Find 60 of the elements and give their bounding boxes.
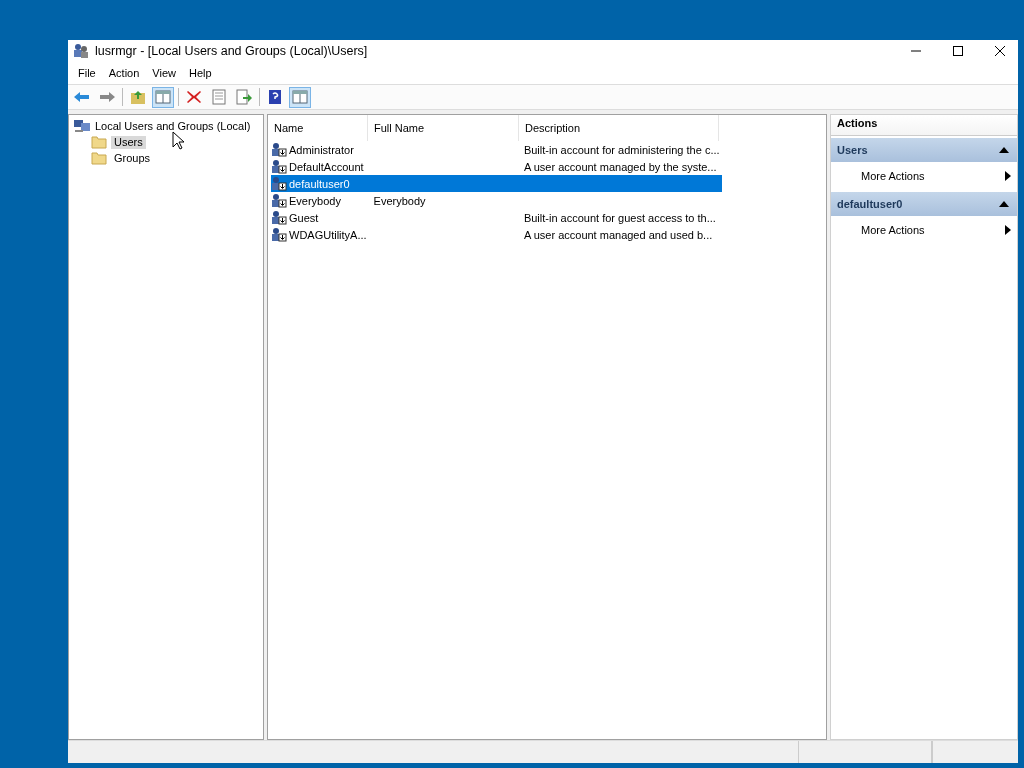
export-button[interactable] [233, 86, 255, 108]
table-cell: Everybody [289, 194, 341, 207]
user-icon [271, 227, 287, 242]
section-header[interactable]: defaultuser0 [831, 192, 1017, 216]
cursor-icon [172, 131, 184, 150]
list-row[interactable]: Guest Built-in account for guest access to th... [271, 209, 722, 226]
table-cell: defaultuser0 [289, 177, 350, 190]
tree-item[interactable]: Users [69, 134, 263, 150]
folder-icon [91, 151, 107, 165]
tree-item[interactable]: Groups [69, 150, 263, 166]
table-cell-text: A user account managed by the syste... [522, 160, 718, 173]
menu-item[interactable]: Help [183, 67, 220, 79]
column-header[interactable]: Full Name [368, 115, 519, 141]
user-icon [271, 142, 287, 157]
right-arrow-icon [98, 89, 116, 105]
column-header[interactable]: Description [519, 115, 719, 141]
split-window-icon [154, 89, 172, 105]
list-row[interactable]: Everybody Everybody [271, 192, 722, 209]
section-header[interactable]: Users [831, 138, 1017, 162]
document-icon [210, 89, 228, 105]
user-icon [271, 159, 287, 174]
table-cell: Administrator [289, 143, 354, 156]
table-cell: WDAGUtilityA... [289, 228, 367, 241]
menu-item[interactable]: File [73, 67, 104, 79]
table-cell-text: Built-in account for administering the c... [522, 143, 721, 156]
table-cell: DefaultAccount [289, 160, 364, 173]
x-icon [185, 89, 203, 105]
collapse-icon[interactable] [999, 147, 1009, 153]
action-item[interactable]: More Actions [831, 162, 1017, 190]
list-row[interactable]: WDAGUtilityA... A user account managed and used b... [271, 226, 722, 243]
table-cell-text: Everybody [372, 194, 427, 207]
action-item[interactable]: More Actions [831, 216, 1017, 244]
right-triangle-icon [1005, 171, 1011, 181]
column-header[interactable]: Name [268, 115, 368, 141]
console-tree-button[interactable] [152, 86, 174, 108]
right-triangle-icon [1005, 225, 1011, 235]
window-title: lusrmgr - [Local Users and Groups (Local)\Users] [95, 44, 368, 58]
user-icon [271, 193, 287, 208]
close-icon[interactable] [994, 45, 1006, 57]
split-window-icon [291, 89, 309, 105]
list-row[interactable]: DefaultAccount A user account managed by the syste... [271, 158, 722, 175]
users-icon [73, 43, 89, 59]
list-row[interactable]: Administrator Built-in account for administering the c... [271, 141, 722, 158]
menu-item[interactable]: Action [103, 67, 148, 79]
table-cell-text: Built-in account for guest access to th... [522, 211, 717, 224]
folder-up-arrow-icon [129, 89, 147, 105]
computer-users-icon [73, 118, 91, 134]
menu-item[interactable]: View [147, 67, 184, 79]
left-arrow-icon [73, 89, 91, 105]
maximize-icon[interactable] [952, 45, 964, 57]
document-arrow-icon [235, 89, 253, 105]
collapse-icon[interactable] [999, 201, 1009, 207]
user-icon [271, 210, 287, 225]
list-row[interactable]: defaultuser0 [271, 175, 722, 192]
folder-icon [91, 135, 107, 149]
user-icon [271, 176, 287, 191]
tree-item[interactable]: Local Users and Groups (Local) [69, 118, 263, 134]
table-cell-text: A user account managed and used b... [522, 228, 714, 241]
question-book-icon [266, 89, 284, 105]
table-cell: Guest [289, 211, 319, 224]
